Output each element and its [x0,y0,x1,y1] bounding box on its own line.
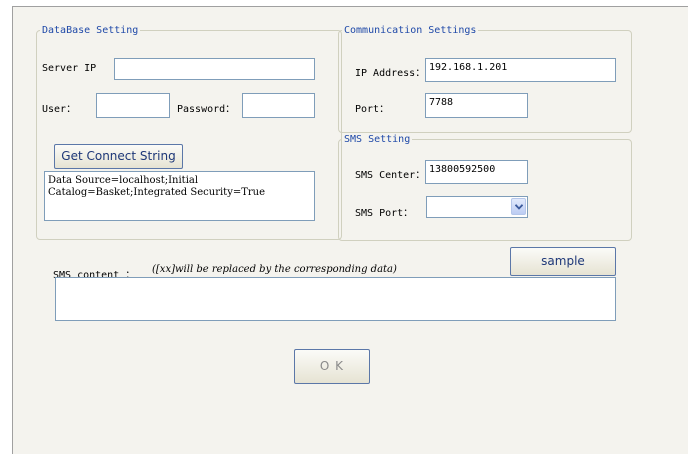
sample-button[interactable]: sample [510,247,616,276]
server-ip-label: Server IP [42,63,97,74]
chevron-down-icon[interactable] [511,198,526,215]
sms-center-input[interactable]: 13800592500 [425,160,528,184]
user-input[interactable] [96,93,170,118]
settings-dialog: DataBase Setting Server IP User： Passwor… [12,6,688,454]
database-setting-legend: DataBase Setting [42,25,139,36]
sms-setting-group: SMS Setting [338,134,632,241]
communication-settings-legend: Communication Settings [344,25,477,36]
get-connect-string-button[interactable]: Get Connect String [54,144,183,169]
port-label: Port： [355,104,390,115]
top-strip [0,0,688,5]
password-input[interactable] [242,93,315,118]
sms-port-select[interactable] [426,196,528,218]
sms-content-textbox[interactable] [55,277,616,321]
sms-center-label: SMS Center： [355,170,426,181]
sms-content-hint: ([xx]will be replaced by the correspondi… [152,264,397,275]
ip-address-label: IP Address： [355,68,426,79]
user-label: User： [42,104,77,115]
sms-setting-legend: SMS Setting [344,134,411,145]
sms-port-label: SMS Port： [355,208,414,219]
connect-string-textbox[interactable]: Data Source=localhost;Initial Catalog=Ba… [44,171,315,221]
server-ip-input[interactable] [114,58,315,80]
ok-button[interactable]: O K [294,349,370,384]
password-label: Password： [177,104,236,115]
port-input[interactable]: 7788 [425,93,528,118]
ip-address-input[interactable]: 192.168.1.201 [425,58,616,82]
